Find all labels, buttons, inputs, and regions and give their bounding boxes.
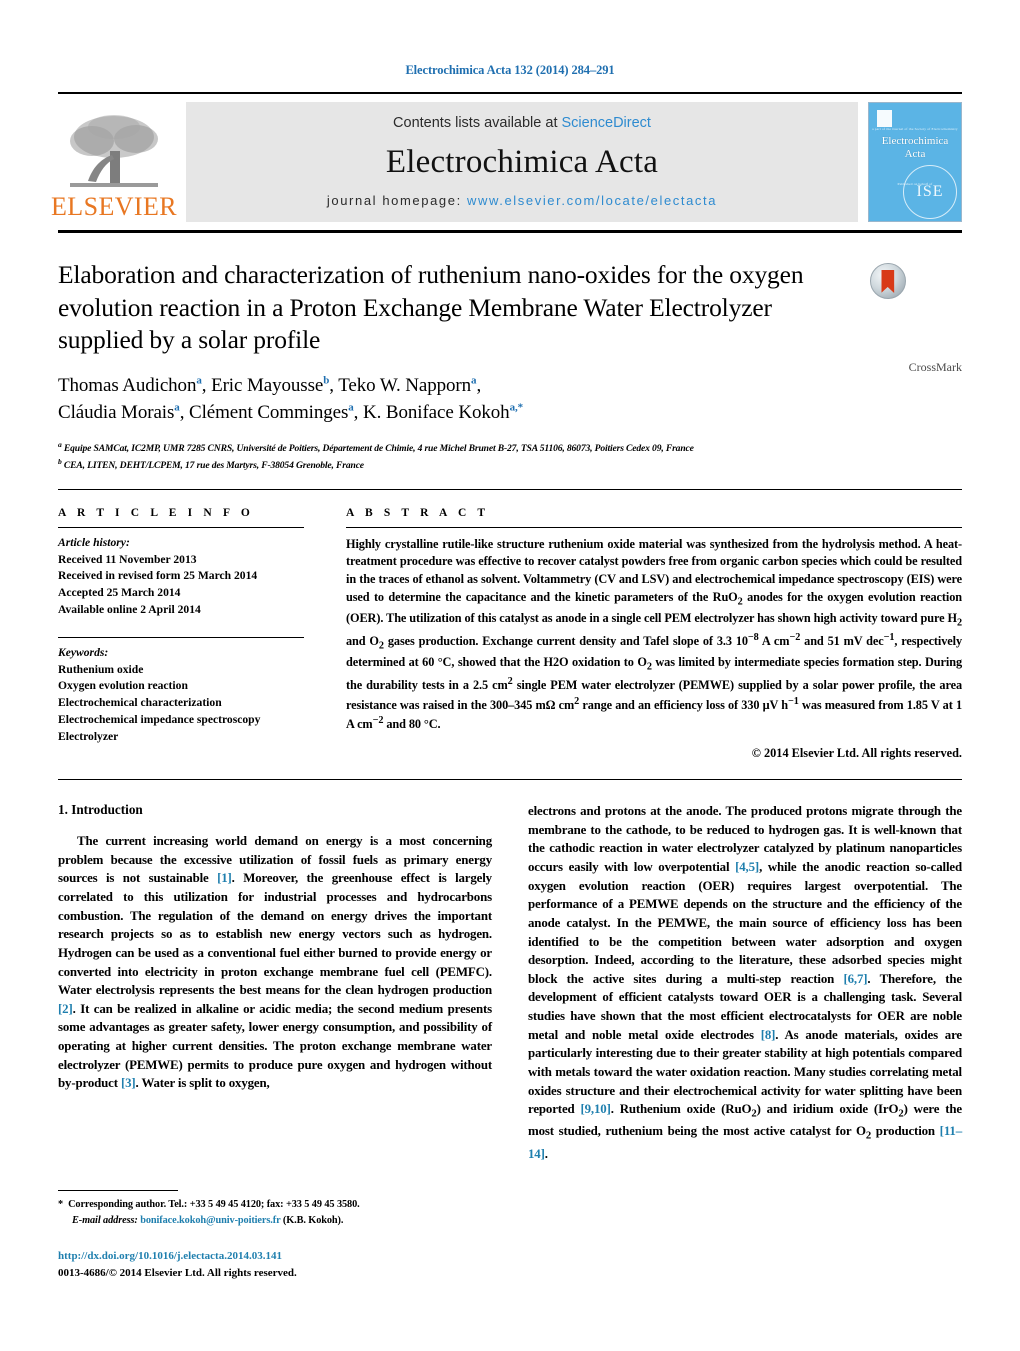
elsevier-wordmark: ELSEVIER xyxy=(51,192,177,221)
author-name: Teko W. Napporn xyxy=(338,374,472,396)
cover-title-line2: Acta xyxy=(904,147,926,160)
journal-band: Contents lists available at ScienceDirec… xyxy=(186,102,858,222)
author-name: K. Boniface Kokoh xyxy=(362,402,510,424)
author-affiliation-marker: a xyxy=(471,374,477,387)
footnote-rule xyxy=(58,1190,178,1192)
issn-copyright-line: 0013-4686/© 2014 Elsevier Ltd. All right… xyxy=(58,1266,297,1279)
info-abstract-row: A R T I C L E I N F O Article history: R… xyxy=(58,507,962,761)
author-affiliation-marker: a xyxy=(196,374,202,387)
journal-homepage-link[interactable]: www.elsevier.com/locate/electacta xyxy=(467,193,717,208)
article-info-column: A R T I C L E I N F O Article history: R… xyxy=(58,507,304,761)
history-item: Received in revised form 25 March 2014 xyxy=(58,569,258,583)
keywords-rule xyxy=(58,636,304,638)
cover-elsevier-mark-icon xyxy=(877,110,892,127)
author-name: Eric Mayousse xyxy=(211,374,324,396)
info-separator-rule xyxy=(58,488,962,490)
keyword-item: Electrochemical characterization xyxy=(58,696,222,710)
doi-block: http://dx.doi.org/10.1016/j.electacta.20… xyxy=(58,1248,478,1281)
keywords-label: Keywords: xyxy=(58,645,109,659)
author-name: Thomas Audichon xyxy=(58,374,197,396)
affiliation-b-text: CEA, LITEN, DEHT/LCPEM, 17 rue des Marty… xyxy=(63,459,364,471)
keyword-item: Electrochemical impedance spectroscopy xyxy=(58,712,261,726)
body-columns: 1. Introduction The current increasing w… xyxy=(58,802,962,1163)
title-left-column: Elaboration and characterization of ruth… xyxy=(58,259,857,473)
keyword-item: Ruthenium oxide xyxy=(58,662,144,676)
intro-paragraph-right: electrons and protons at the anode. The … xyxy=(528,804,962,1161)
author-affiliation-marker: a xyxy=(348,401,354,414)
cover-top-micro-text: a part of the Journal of the Society of … xyxy=(872,126,958,131)
masthead-bottom-rule xyxy=(58,230,962,233)
article-info-heading: A R T I C L E I N F O xyxy=(58,506,254,519)
affiliation-a: a Equipe SAMCat, IC2MP, UMR 7285 CNRS, U… xyxy=(58,439,694,454)
contents-list-line: Contents lists available at ScienceDirec… xyxy=(393,115,651,131)
page-footer: * Corresponding author. Tel.: +33 5 49 45… xyxy=(58,1190,478,1281)
body-right-column: electrons and protons at the anode. The … xyxy=(528,802,962,1163)
sciencedirect-link[interactable]: ScienceDirect xyxy=(562,115,651,131)
author-list: Thomas Audichona, Eric Mayousseb, Teko W… xyxy=(58,374,524,424)
corresponding-author-note: * Corresponding author. Tel.: +33 5 49 45… xyxy=(58,1197,478,1228)
body-left-column: 1. Introduction The current increasing w… xyxy=(58,802,492,1163)
running-head: Electrochimica Acta 132 (2014) 284–291 xyxy=(405,63,615,77)
keywords-block: Keywords: Ruthenium oxide Oxygen evoluti… xyxy=(58,645,304,746)
article-history-label: Article history: xyxy=(58,535,130,549)
journal-homepage-line: journal homepage: www.elsevier.com/locat… xyxy=(327,193,717,208)
affiliations: a Equipe SAMCat, IC2MP, UMR 7285 CNRS, U… xyxy=(58,439,839,473)
cover-title: Electrochimica Acta xyxy=(869,135,961,160)
history-item: Received 11 November 2013 xyxy=(58,552,197,566)
email-label: E-mail address: xyxy=(72,1214,138,1226)
author-name: Cláudia Morais xyxy=(58,402,175,424)
ise-society-seal-icon: ISE xyxy=(903,165,957,219)
cover-artwork: a part of the Journal of the Society of … xyxy=(869,103,961,221)
affiliation-b: b CEA, LITEN, DEHT/LCPEM, 17 rue des Mar… xyxy=(58,456,364,471)
masthead-top-rule xyxy=(58,92,962,94)
email-line: E-mail address: boniface.kokoh@univ-poit… xyxy=(58,1213,478,1228)
keyword-item: Electrolyzer xyxy=(58,729,119,743)
contents-prefix: Contents lists available at xyxy=(393,115,562,131)
author-affiliation-marker: a xyxy=(174,401,180,414)
body-separator-rule xyxy=(58,779,962,781)
elsevier-logo: ELSEVIER xyxy=(51,102,177,222)
history-item: Accepted 25 March 2014 xyxy=(58,586,181,600)
abstract-text: Highly crystalline rutile-like structure… xyxy=(346,536,963,732)
section-heading-introduction: 1. Introduction xyxy=(58,802,143,818)
author-affiliation-marker: a,* xyxy=(509,401,524,414)
corresponding-author-text: Corresponding author. Tel.: +33 5 49 45 … xyxy=(68,1199,360,1211)
history-item: Available online 2 April 2014 xyxy=(58,602,201,616)
email-link[interactable]: boniface.kokoh@univ-poitiers.fr xyxy=(140,1215,280,1226)
journal-masthead: ELSEVIER Contents lists available at Sci… xyxy=(51,102,962,222)
journal-cover-thumbnail[interactable]: a part of the Journal of the Society of … xyxy=(868,102,962,222)
journal-title: Electrochimica Acta xyxy=(385,143,659,180)
email-suffix: (K.B. Kokoh). xyxy=(282,1214,344,1226)
article-history: Article history: Received 11 November 20… xyxy=(58,535,304,619)
page-title: Elaboration and characterization of ruth… xyxy=(58,260,804,355)
abstract-rule xyxy=(346,526,962,528)
abstract-heading: A B S T R A C T xyxy=(346,506,490,519)
article-page: Electrochimica Acta 132 (2014) 284–291 E… xyxy=(0,0,1020,1351)
cover-title-line1: Electrochimica xyxy=(881,134,949,147)
crossmark-label: CrossMark xyxy=(908,360,962,375)
crossmark-icon xyxy=(869,263,906,299)
abstract-copyright: © 2014 Elsevier Ltd. All rights reserved… xyxy=(751,746,962,761)
article-info-rule xyxy=(58,526,304,528)
elsevier-tree-icon xyxy=(70,115,158,187)
author-affiliation-marker: b xyxy=(323,374,330,387)
keyword-item: Oxygen evolution reaction xyxy=(58,679,188,693)
abstract-column: A B S T R A C T Highly crystalline rutil… xyxy=(346,507,962,761)
doi-link[interactable]: http://dx.doi.org/10.1016/j.electacta.20… xyxy=(58,1248,478,1265)
intro-paragraph-left: The current increasing world demand on e… xyxy=(58,834,492,1091)
title-block: Elaboration and characterization of ruth… xyxy=(58,259,962,473)
homepage-prefix: journal homepage: xyxy=(326,193,468,208)
corresponding-author-marker: * xyxy=(58,1199,64,1211)
affiliation-a-text: Equipe SAMCat, IC2MP, UMR 7285 CNRS, Uni… xyxy=(63,442,694,454)
author-name: Clément Comminges xyxy=(189,402,349,424)
crossmark-badge[interactable]: CrossMark xyxy=(857,259,962,473)
